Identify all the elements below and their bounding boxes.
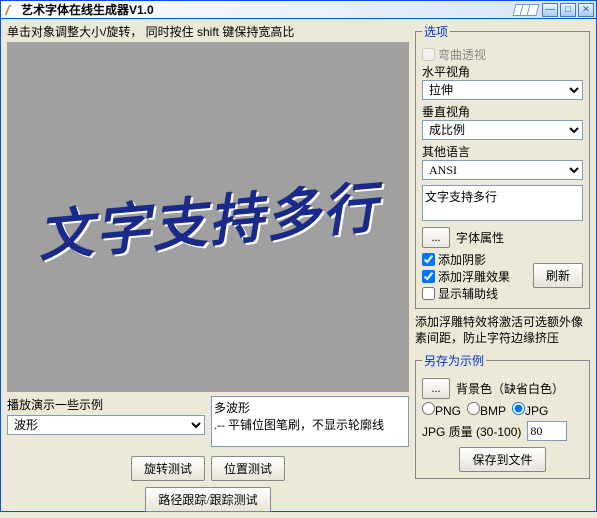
minimize-button[interactable]: — <box>542 3 558 17</box>
add-emboss-checkbox[interactable]: 添加浮雕效果 <box>422 268 529 285</box>
text-input[interactable] <box>422 185 583 221</box>
h-view-label: 水平视角 <box>422 63 583 80</box>
v-view-label: 垂直视角 <box>422 103 583 120</box>
titlebar-decoration <box>517 4 538 16</box>
preview-canvas[interactable]: 文字支持多行 <box>7 42 409 392</box>
options-group: 选项 弯曲透视 水平视角 拉伸 垂直视角 成比例 其他语言 ANSI <box>415 23 590 309</box>
format-jpg-radio[interactable]: JPG <box>512 402 548 418</box>
emboss-note: 添加浮雕特效将激活可选额外像素间距，防止字符边缘挤压 <box>415 315 590 346</box>
app-window: 艺术字体在线生成器V1.0 — □ ⨯ 单击对象调整大小/旋转， 同时按住 sh… <box>0 0 597 512</box>
position-test-button[interactable]: 位置测试 <box>211 456 285 481</box>
format-bmp-radio[interactable]: BMP <box>467 402 506 418</box>
titlebar: 艺术字体在线生成器V1.0 — □ ⨯ <box>1 1 596 19</box>
show-guides-checkbox[interactable]: 显示辅助线 <box>422 285 529 302</box>
bend-perspective-checkbox: 弯曲透视 <box>422 46 583 63</box>
options-legend: 选项 <box>422 23 450 40</box>
bgcolor-label: 背景色（缺省白色） <box>456 380 564 397</box>
demo-label: 播放演示一些示例 <box>7 396 205 413</box>
add-shadow-checkbox[interactable]: 添加阴影 <box>422 251 529 268</box>
refresh-button[interactable]: 刷新 <box>533 263 583 288</box>
save-file-button[interactable]: 保存到文件 <box>459 447 545 472</box>
demo-description[interactable] <box>211 396 409 447</box>
v-view-select[interactable]: 成比例 <box>422 120 583 140</box>
rotate-test-button[interactable]: 旋转测试 <box>131 456 205 481</box>
font-props-label: 字体属性 <box>456 229 504 246</box>
close-button[interactable]: ⨯ <box>578 3 594 17</box>
canvas-hint: 单击对象调整大小/旋转， 同时按住 shift 键保持宽高比 <box>7 23 409 40</box>
bgcolor-picker[interactable]: ... <box>422 378 450 399</box>
maximize-button[interactable]: □ <box>560 3 576 17</box>
demo-select[interactable]: 波形 <box>7 415 205 435</box>
font-props-picker[interactable]: ... <box>422 227 450 248</box>
saveas-legend: 另存为示例 <box>422 352 486 369</box>
jpg-quality-input[interactable] <box>527 421 567 441</box>
app-icon <box>3 3 17 17</box>
other-lang-select[interactable]: ANSI <box>422 160 583 180</box>
jpg-quality-label: JPG 质量 (30-100) <box>422 423 521 440</box>
other-lang-label: 其他语言 <box>422 143 583 160</box>
saveas-group: 另存为示例 ... 背景色（缺省白色） PNG BMP JPG JPG 质量 (… <box>415 352 590 479</box>
path-track-button[interactable]: 路径跟踪/跟踪测试 <box>145 487 270 512</box>
window-title: 艺术字体在线生成器V1.0 <box>21 1 517 18</box>
h-view-select[interactable]: 拉伸 <box>422 80 583 100</box>
art-text-preview[interactable]: 文字支持多行 <box>34 162 382 272</box>
format-png-radio[interactable]: PNG <box>422 402 461 418</box>
